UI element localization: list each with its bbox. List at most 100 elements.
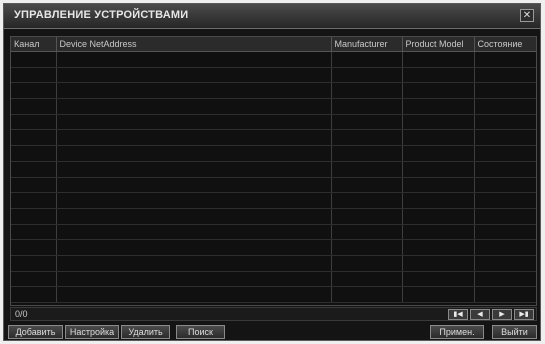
device-table-container: Канал Device NetAddress Manufacturer Pro… xyxy=(10,36,537,306)
table-cell xyxy=(474,82,536,100)
table-row[interactable] xyxy=(11,239,536,256)
table-cell xyxy=(11,67,57,84)
table-cell xyxy=(474,286,536,303)
window-title: УПРАВЛЕНИЕ УСТРОЙСТВАМИ xyxy=(14,9,189,21)
table-cell xyxy=(402,98,475,115)
table-cell xyxy=(56,271,332,288)
column-header-status[interactable]: Состояние xyxy=(474,37,536,52)
table-cell xyxy=(474,67,536,84)
table-cell xyxy=(474,98,536,115)
first-page-button[interactable]: ▮◀ xyxy=(448,309,468,320)
last-page-button[interactable]: ▶▮ xyxy=(514,309,534,320)
table-cell xyxy=(56,224,332,241)
column-header-channel[interactable]: Канал xyxy=(11,37,57,52)
table-cell xyxy=(56,82,332,100)
table-cell xyxy=(331,82,403,100)
last-page-icon: ▶▮ xyxy=(519,311,529,318)
column-header-product-model[interactable]: Product Model xyxy=(402,37,475,52)
exit-button[interactable]: Выйти xyxy=(492,325,537,339)
table-footer: 0/0 ▮◀ ◀ ▶ ▶▮ xyxy=(10,307,537,321)
table-cell xyxy=(331,208,403,225)
table-cell xyxy=(331,51,403,68)
table-cell xyxy=(402,51,475,68)
table-cell xyxy=(331,98,403,115)
next-page-button[interactable]: ▶ xyxy=(492,309,512,320)
table-cell xyxy=(56,192,332,209)
table-row[interactable] xyxy=(11,271,536,288)
table-row[interactable] xyxy=(11,208,536,225)
table-cell xyxy=(402,114,475,131)
table-cell xyxy=(56,161,332,178)
table-cell xyxy=(11,208,57,225)
table-cell xyxy=(402,224,475,241)
close-button[interactable]: ✕ xyxy=(520,9,534,22)
table-row[interactable] xyxy=(11,82,536,100)
table-row[interactable] xyxy=(11,255,536,272)
table-row[interactable] xyxy=(11,114,536,131)
table-cell xyxy=(331,145,403,162)
table-cell xyxy=(474,192,536,209)
table-cell xyxy=(474,255,536,272)
table-cell xyxy=(402,145,475,162)
device-table: Канал Device NetAddress Manufacturer Pro… xyxy=(11,37,536,303)
table-cell xyxy=(11,114,57,131)
table-cell xyxy=(11,129,57,147)
settings-button[interactable]: Настройка xyxy=(65,325,119,339)
table-row[interactable] xyxy=(11,129,536,147)
table-cell xyxy=(474,224,536,241)
table-cell xyxy=(474,177,536,194)
table-cell xyxy=(402,177,475,194)
table-cell xyxy=(56,239,332,256)
table-cell xyxy=(402,129,475,147)
table-cell xyxy=(56,255,332,272)
column-header-device-address[interactable]: Device NetAddress xyxy=(56,37,332,52)
table-row[interactable] xyxy=(11,161,536,178)
table-cell xyxy=(474,208,536,225)
table-cell xyxy=(474,114,536,131)
table-cell xyxy=(11,271,57,288)
search-button[interactable]: Поиск xyxy=(176,325,225,339)
column-header-manufacturer[interactable]: Manufacturer xyxy=(331,37,403,52)
table-row[interactable] xyxy=(11,224,536,241)
table-cell xyxy=(474,51,536,68)
table-row[interactable] xyxy=(11,177,536,194)
table-cell xyxy=(11,192,57,209)
table-cell xyxy=(11,82,57,100)
table-cell xyxy=(402,286,475,303)
next-page-icon: ▶ xyxy=(499,311,505,318)
table-cell xyxy=(11,286,57,303)
table-cell xyxy=(11,161,57,178)
table-cell xyxy=(402,192,475,209)
table-row[interactable] xyxy=(11,67,536,84)
table-row[interactable] xyxy=(11,192,536,209)
table-row[interactable] xyxy=(11,286,536,303)
table-row[interactable] xyxy=(11,145,536,162)
table-row[interactable] xyxy=(11,98,536,115)
delete-button[interactable]: Удалить xyxy=(121,325,170,339)
close-icon: ✕ xyxy=(522,10,532,21)
table-cell xyxy=(331,161,403,178)
table-cell xyxy=(56,67,332,84)
device-management-window: УПРАВЛЕНИЕ УСТРОЙСТВАМИ ✕ Канал Device N… xyxy=(3,3,541,341)
apply-button[interactable]: Примен. xyxy=(430,325,484,339)
table-cell xyxy=(474,129,536,147)
table-cell xyxy=(331,177,403,194)
table-cell xyxy=(11,98,57,115)
table-cell xyxy=(331,129,403,147)
table-cell xyxy=(56,208,332,225)
table-cell xyxy=(331,239,403,256)
table-cell xyxy=(11,255,57,272)
table-header-row: Канал Device NetAddress Manufacturer Pro… xyxy=(11,37,536,52)
table-cell xyxy=(11,224,57,241)
table-row[interactable] xyxy=(11,51,536,68)
first-page-icon: ▮◀ xyxy=(453,311,463,318)
table-cell xyxy=(402,82,475,100)
prev-page-button[interactable]: ◀ xyxy=(470,309,490,320)
table-cell xyxy=(402,255,475,272)
table-cell xyxy=(402,67,475,84)
table-cell xyxy=(56,145,332,162)
table-cell xyxy=(474,239,536,256)
add-button[interactable]: Добавить xyxy=(8,325,63,339)
table-cell xyxy=(402,271,475,288)
table-cell xyxy=(331,114,403,131)
